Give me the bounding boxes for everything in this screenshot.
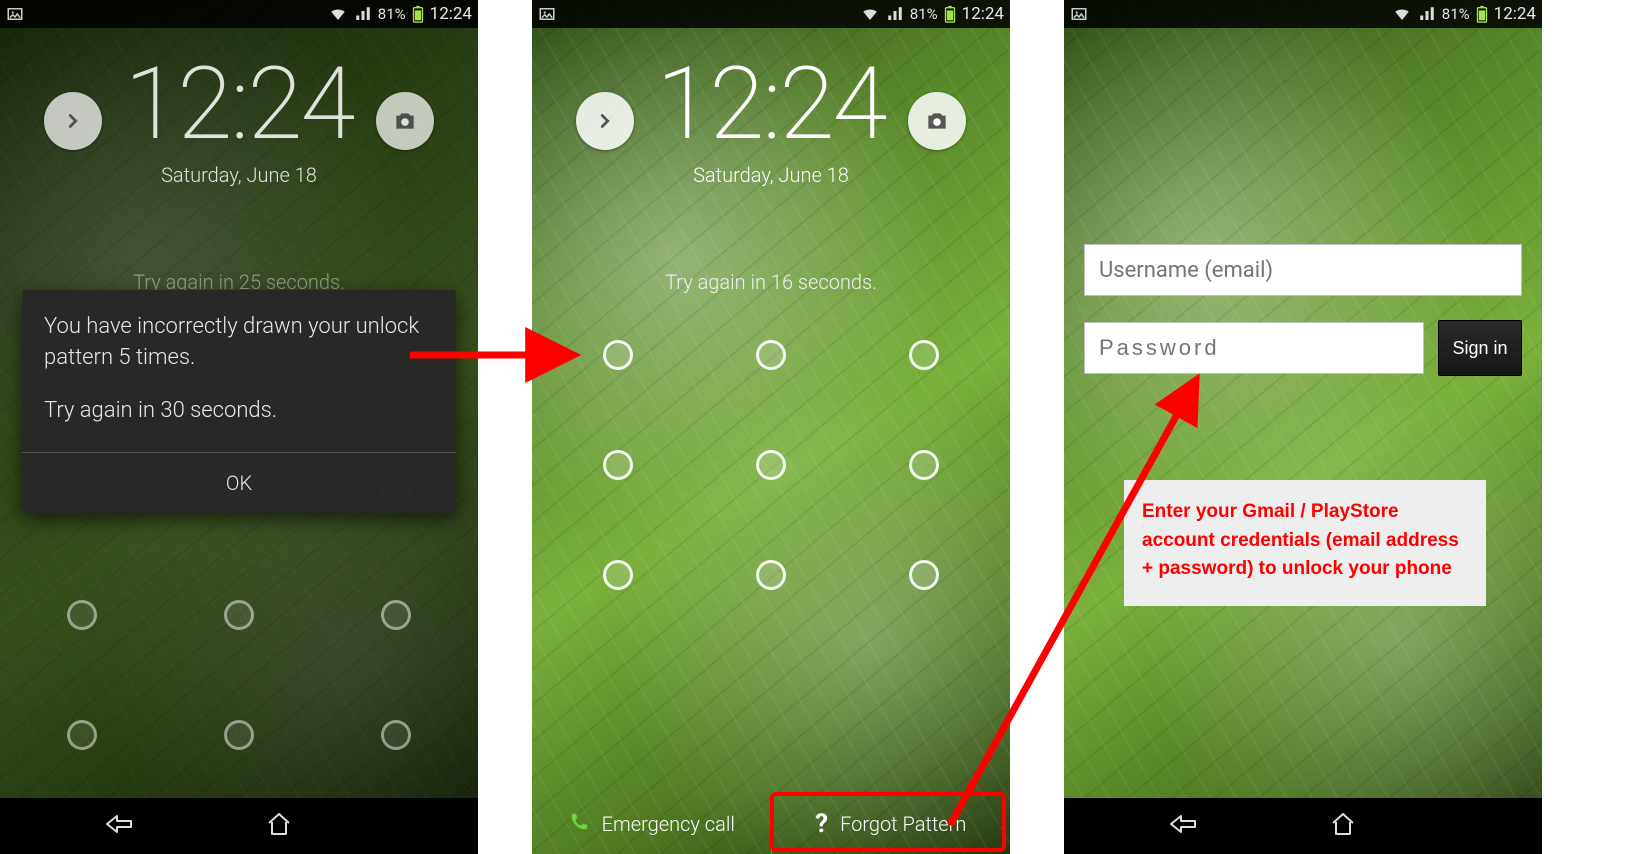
lock-date: Saturday, June 18 xyxy=(656,163,885,187)
camera-button[interactable] xyxy=(908,92,966,150)
status-bar: 81% 12:24 xyxy=(532,0,1010,28)
signal-icon xyxy=(886,5,904,23)
pattern-dot[interactable] xyxy=(67,720,97,750)
pattern-dot[interactable] xyxy=(224,600,254,630)
pattern-dot[interactable] xyxy=(603,340,633,370)
pattern-dot[interactable] xyxy=(381,600,411,630)
battery-icon xyxy=(944,5,956,23)
expand-button[interactable] xyxy=(44,92,102,150)
lock-time: 12:24 xyxy=(656,55,885,155)
wifi-icon xyxy=(328,5,348,23)
dialog-text-line1: You have incorrectly drawn your unlock p… xyxy=(44,312,434,374)
emergency-call-button[interactable]: Emergency call xyxy=(532,794,771,854)
battery-icon xyxy=(1476,5,1488,23)
lock-date: Saturday, June 18 xyxy=(124,163,353,187)
pattern-dot[interactable] xyxy=(909,450,939,480)
pattern-dot[interactable] xyxy=(224,720,254,750)
lock-time: 12:24 xyxy=(124,55,353,155)
status-bar: 81% 12:24 xyxy=(0,0,478,28)
battery-icon xyxy=(412,5,424,23)
clock-and-date: 12:24 Saturday, June 18 xyxy=(124,55,353,187)
picture-icon xyxy=(538,5,556,23)
password-field[interactable] xyxy=(1084,322,1424,374)
pattern-dot[interactable] xyxy=(909,340,939,370)
phone-screen-1: 81% 12:24 12:24 Saturday, June 18 Try ag… xyxy=(0,0,478,854)
pattern-dot[interactable] xyxy=(756,450,786,480)
expand-button[interactable] xyxy=(576,92,634,150)
wifi-icon xyxy=(1392,5,1412,23)
back-icon[interactable] xyxy=(105,811,135,841)
pattern-dot[interactable] xyxy=(756,340,786,370)
status-clock: 12:24 xyxy=(1494,4,1536,24)
signal-icon xyxy=(1418,5,1436,23)
phone-screen-2: 81% 12:24 12:24 Saturday, June 18 Try ag… xyxy=(532,0,1010,854)
error-dialog: You have incorrectly drawn your unlock p… xyxy=(22,290,456,513)
picture-icon xyxy=(1070,5,1088,23)
home-icon[interactable] xyxy=(265,811,293,841)
clock-and-date: 12:24 Saturday, June 18 xyxy=(656,55,885,187)
wifi-icon xyxy=(860,5,880,23)
signin-button[interactable]: Sign in xyxy=(1438,320,1522,376)
dialog-text-line2: Try again in 30 seconds. xyxy=(44,396,434,427)
home-icon[interactable] xyxy=(1329,811,1357,841)
pattern-grid[interactable] xyxy=(59,480,419,750)
pattern-dot[interactable] xyxy=(603,450,633,480)
pattern-dot[interactable] xyxy=(909,560,939,590)
phone-icon xyxy=(568,811,590,838)
picture-icon xyxy=(6,5,24,23)
pattern-dot[interactable] xyxy=(756,560,786,590)
signal-icon xyxy=(354,5,372,23)
status-clock: 12:24 xyxy=(430,4,472,24)
emergency-label: Emergency call xyxy=(602,812,735,836)
pattern-dot[interactable] xyxy=(603,560,633,590)
arrow-annotation-2 xyxy=(940,370,1220,840)
try-again-text: Try again in 16 seconds. xyxy=(532,270,1010,294)
status-bar: 81% 12:24 xyxy=(1064,0,1542,28)
nav-bar xyxy=(0,798,478,854)
pattern-dot[interactable] xyxy=(67,600,97,630)
battery-percent: 81% xyxy=(378,5,406,23)
status-clock: 12:24 xyxy=(962,4,1004,24)
arrow-annotation-1 xyxy=(410,325,590,385)
pattern-dot[interactable] xyxy=(381,720,411,750)
lockscreen-clock-row: 12:24 Saturday, June 18 xyxy=(532,55,1010,187)
pattern-grid[interactable] xyxy=(591,340,951,590)
dialog-ok-button[interactable]: OK xyxy=(22,453,456,513)
camera-button[interactable] xyxy=(376,92,434,150)
battery-percent: 81% xyxy=(910,5,938,23)
lockscreen-clock-row: 12:24 Saturday, June 18 xyxy=(0,55,478,187)
battery-percent: 81% xyxy=(1442,5,1470,23)
username-field[interactable] xyxy=(1084,244,1522,296)
